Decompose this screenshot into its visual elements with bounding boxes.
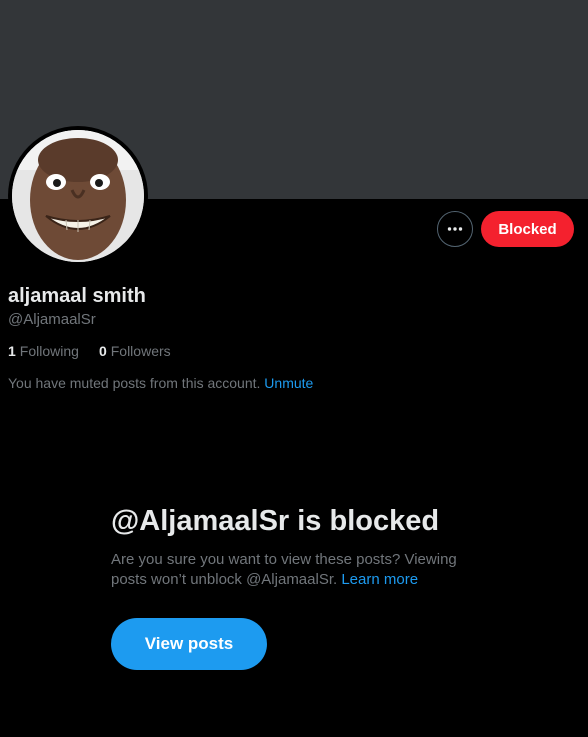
muted-notice: You have muted posts from this account. … — [8, 375, 313, 391]
more-options-button[interactable] — [437, 211, 473, 247]
follow-stats: 1 Following 0 Followers — [8, 343, 171, 359]
followers-label: Followers — [110, 343, 171, 359]
learn-more-link[interactable]: Learn more — [341, 571, 418, 588]
avatar-photo — [12, 130, 144, 262]
blocked-button[interactable]: Blocked — [481, 211, 574, 247]
display-name: aljamaal smith — [8, 285, 146, 307]
view-posts-button[interactable]: View posts — [111, 618, 267, 670]
followers-count: 0 — [98, 343, 107, 359]
followers-link[interactable]: 0 Followers — [99, 343, 171, 359]
more-horizontal-icon — [447, 227, 463, 231]
following-label: Following — [19, 343, 79, 359]
unmute-link[interactable]: Unmute — [264, 375, 313, 391]
blocked-title: @AljamaalSr is blocked — [111, 505, 440, 537]
muted-text: You have muted posts from this account. — [8, 375, 261, 391]
following-link[interactable]: 1 Following — [8, 343, 79, 359]
blocked-description: Are you sure you want to view these post… — [111, 550, 481, 590]
profile-page: Blocked aljamaal smith @AljamaalSr 1 Foll… — [0, 0, 588, 737]
avatar[interactable] — [8, 126, 148, 266]
following-count: 1 — [8, 343, 16, 359]
handle: @AljamaalSr — [8, 311, 96, 328]
